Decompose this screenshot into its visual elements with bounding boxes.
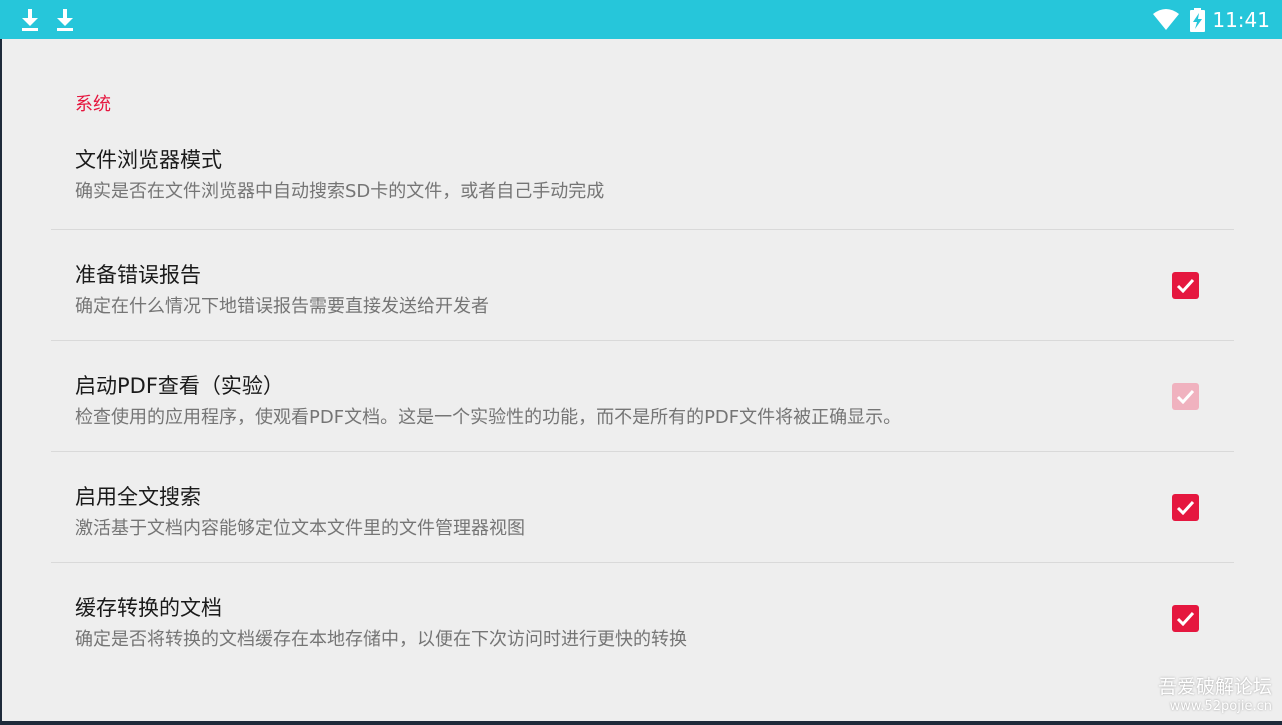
- fulltext-search-checkbox[interactable]: [1172, 494, 1199, 521]
- preference-summary: 激活基于文档内容能够定位文本文件里的文件管理器视图: [75, 518, 525, 539]
- preference-summary: 确定在什么情况下地错误报告需要直接发送给开发者: [75, 296, 489, 317]
- clock-time: 11:41: [1212, 8, 1270, 32]
- preference-title: 准备错误报告: [75, 263, 201, 287]
- window-frame-bottom: [0, 721, 1282, 725]
- check-icon: [1176, 611, 1195, 626]
- cache-converted-checkbox[interactable]: [1172, 605, 1199, 632]
- preference-pdf-viewer[interactable]: 启动PDF查看（实验） 检查使用的应用程序，使观看PDF文档。这是一个实验性的功…: [51, 340, 1234, 451]
- watermark: 吾爱破解论坛 www.52pojie.cn: [1158, 676, 1272, 716]
- wifi-icon: [1153, 9, 1179, 30]
- watermark-url: www.52pojie.cn: [1169, 699, 1272, 714]
- watermark-title: 吾爱破解论坛: [1157, 676, 1272, 698]
- pdf-viewer-checkbox[interactable]: [1172, 383, 1199, 410]
- check-icon: [1176, 500, 1195, 515]
- download-icon: [57, 9, 73, 31]
- preference-fulltext-search[interactable]: 启用全文搜索 激活基于文档内容能够定位文本文件里的文件管理器视图: [51, 451, 1234, 562]
- error-report-checkbox[interactable]: [1172, 272, 1199, 299]
- window-frame-left: [0, 39, 2, 725]
- battery-charging-icon: [1190, 8, 1205, 32]
- section-header: 系统: [75, 94, 111, 115]
- check-icon: [1176, 278, 1195, 293]
- preference-error-report[interactable]: 准备错误报告 确定在什么情况下地错误报告需要直接发送给开发者: [51, 229, 1234, 340]
- preference-title: 启用全文搜索: [75, 485, 201, 509]
- status-bar: 11:41: [0, 0, 1282, 39]
- preference-summary: 确实是否在文件浏览器中自动搜索SD卡的文件，或者自己手动完成: [75, 181, 605, 202]
- preference-title: 文件浏览器模式: [75, 148, 222, 172]
- download-icon: [22, 9, 38, 31]
- preference-title: 启动PDF查看（实验）: [75, 374, 284, 398]
- preference-file-browser-mode[interactable]: 文件浏览器模式 确实是否在文件浏览器中自动搜索SD卡的文件，或者自己手动完成: [51, 118, 1234, 229]
- preference-cache-converted[interactable]: 缓存转换的文档 确定是否将转换的文档缓存在本地存储中，以便在下次访问时进行更快的…: [51, 562, 1234, 673]
- preference-title: 缓存转换的文档: [75, 596, 222, 620]
- preference-summary: 确定是否将转换的文档缓存在本地存储中，以便在下次访问时进行更快的转换: [75, 629, 687, 650]
- preference-summary: 检查使用的应用程序，使观看PDF文档。这是一个实验性的功能，而不是所有的PDF文…: [75, 407, 902, 428]
- check-icon: [1176, 389, 1195, 404]
